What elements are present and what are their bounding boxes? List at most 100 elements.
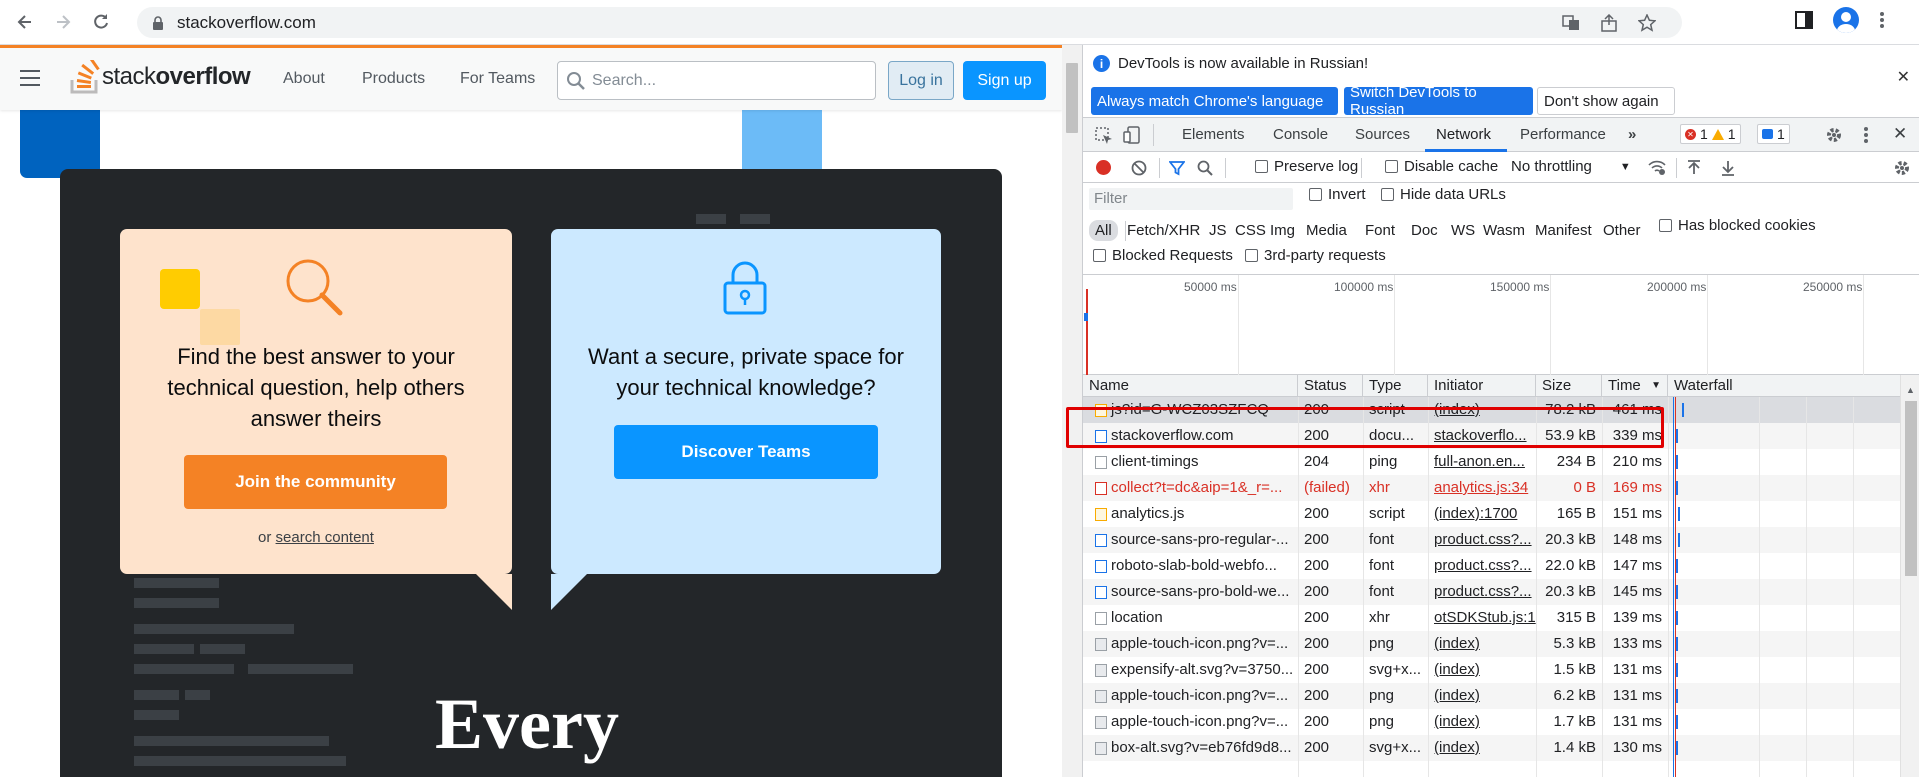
side-panel-icon[interactable] (1795, 11, 1813, 29)
checkbox[interactable] (1381, 188, 1394, 201)
column-header-status[interactable]: Status (1298, 375, 1363, 397)
cell-initiator[interactable]: (index) (1428, 683, 1536, 709)
discover-teams-button[interactable]: Discover Teams (614, 425, 878, 479)
filter-type-ws[interactable]: WS (1451, 222, 1475, 239)
share-icon[interactable] (1600, 13, 1618, 32)
table-row[interactable]: apple-touch-icon.png?v=... 200 png (index) 6… (1083, 683, 1900, 709)
cell-initiator[interactable]: (index):1700 (1428, 501, 1536, 527)
hide-data-urls-checkbox[interactable]: Hide data URLs (1381, 186, 1506, 203)
cell-initiator[interactable]: product.css?... (1428, 527, 1536, 553)
filter-type-fetch-xhr[interactable]: Fetch/XHR (1127, 222, 1200, 239)
filter-type-img[interactable]: Img (1270, 222, 1295, 239)
column-header-time[interactable]: Time ▼ (1602, 375, 1668, 397)
close-infobar-icon[interactable]: ✕ (1897, 67, 1910, 87)
forward-arrow-icon[interactable] (50, 9, 76, 35)
tab-sources[interactable]: Sources (1355, 126, 1410, 143)
address-bar[interactable]: stackoverflow.com (137, 7, 1682, 38)
profile-avatar[interactable] (1833, 7, 1859, 33)
table-row[interactable]: roboto-slab-bold-webfo... 200 font product.… (1083, 553, 1900, 579)
table-row[interactable]: apple-touch-icon.png?v=... 200 png (index) 1… (1083, 709, 1900, 735)
cell-initiator[interactable]: (index) (1428, 657, 1536, 683)
throttling-select[interactable]: No throttling ▼ (1511, 158, 1631, 175)
search-icon[interactable] (1197, 160, 1213, 176)
table-row[interactable]: source-sans-pro-bold-we... 200 font product… (1083, 579, 1900, 605)
bookmark-star-icon[interactable] (1638, 13, 1656, 32)
issues-badge[interactable]: ✕ 1 1 (1680, 124, 1741, 144)
table-row[interactable]: source-sans-pro-regular-... 200 font produc… (1083, 527, 1900, 553)
dont-show-again-button[interactable]: Don't show again (1537, 87, 1675, 115)
disable-cache-checkbox[interactable]: Disable cache (1385, 158, 1498, 175)
export-har-icon[interactable] (1721, 160, 1735, 176)
checkbox[interactable] (1659, 219, 1672, 232)
nav-for-teams[interactable]: For Teams (460, 70, 535, 88)
import-har-icon[interactable] (1687, 160, 1701, 176)
column-header-initiator[interactable]: Initiator (1428, 375, 1536, 397)
preserve-log-checkbox[interactable]: Preserve log (1255, 158, 1358, 175)
filter-type-wasm[interactable]: Wasm (1483, 222, 1525, 239)
column-header-size[interactable]: Size (1536, 375, 1602, 397)
close-devtools-icon[interactable]: ✕ (1893, 124, 1907, 144)
login-button[interactable]: Log in (888, 61, 954, 100)
filter-icon[interactable] (1169, 160, 1185, 176)
translate-icon[interactable] (1562, 14, 1580, 32)
has-blocked-cookies-checkbox[interactable]: Has blocked cookies (1659, 217, 1816, 234)
join-community-button[interactable]: Join the community (184, 455, 447, 509)
filter-type-font[interactable]: Font (1365, 222, 1395, 239)
invert-checkbox[interactable]: Invert (1309, 186, 1366, 203)
more-tabs-icon[interactable]: » (1628, 126, 1636, 143)
table-row[interactable]: expensify-alt.svg?v=3750... 200 svg+x... (i… (1083, 657, 1900, 683)
checkbox[interactable] (1245, 249, 1258, 262)
lock-icon[interactable] (151, 15, 165, 30)
scrollbar-thumb[interactable] (1066, 63, 1078, 133)
table-row[interactable]: client-timings 204 ping full-anon.en... 234 … (1083, 449, 1900, 475)
filter-type-other[interactable]: Other (1603, 222, 1641, 239)
cell-initiator[interactable]: product.css?... (1428, 579, 1536, 605)
switch-russian-button[interactable]: Switch DevTools to Russian (1344, 84, 1533, 118)
network-settings-icon[interactable] (1893, 159, 1911, 177)
inspect-element-icon[interactable] (1095, 127, 1113, 145)
table-row[interactable]: analytics.js 200 script (index):1700 165 B 15… (1083, 501, 1900, 527)
tab-performance[interactable]: Performance (1520, 126, 1606, 143)
settings-gear-icon[interactable] (1825, 126, 1843, 144)
cell-initiator[interactable]: (index) (1428, 631, 1536, 657)
cell-initiator[interactable]: product.css?... (1428, 553, 1536, 579)
messages-badge[interactable]: 1 (1757, 124, 1790, 144)
table-scrollbar[interactable]: ▲ (1900, 375, 1919, 777)
table-row[interactable]: js?id=G-WCZ03SZFCQ 200 script (index) 78.2 k… (1083, 397, 1900, 423)
reload-icon[interactable] (88, 9, 114, 35)
filter-input[interactable]: Filter (1089, 188, 1293, 210)
back-arrow-icon[interactable] (12, 9, 38, 35)
cell-initiator[interactable]: stackoverflo... (1428, 423, 1536, 449)
column-header-name[interactable]: Name (1083, 375, 1298, 397)
filter-type-doc[interactable]: Doc (1411, 222, 1438, 239)
cell-initiator[interactable]: analytics.js:34 (1428, 475, 1536, 501)
nav-about[interactable]: About (283, 70, 325, 88)
column-header-waterfall[interactable]: Waterfall (1668, 375, 1900, 397)
cell-initiator[interactable]: (index) (1428, 397, 1536, 423)
table-row[interactable]: apple-touch-icon.png?v=... 200 png (index) 5… (1083, 631, 1900, 657)
search-content-link[interactable]: search content (276, 529, 374, 546)
hamburger-menu-icon[interactable] (20, 70, 40, 86)
nav-products[interactable]: Products (362, 70, 425, 88)
scroll-up-arrow-icon[interactable]: ▲ (1906, 385, 1915, 395)
tab-elements[interactable]: Elements (1182, 126, 1245, 143)
column-header-type[interactable]: Type (1363, 375, 1428, 397)
third-party-checkbox[interactable]: 3rd-party requests (1245, 247, 1386, 264)
record-icon[interactable] (1096, 160, 1111, 175)
table-row[interactable]: location 200 xhr otSDKStub.js:1 315 B 139 ms (1083, 605, 1900, 631)
checkbox[interactable] (1255, 160, 1268, 173)
blocked-requests-checkbox[interactable]: Blocked Requests (1093, 247, 1233, 264)
clear-icon[interactable] (1131, 160, 1147, 176)
url-text[interactable]: stackoverflow.com (177, 13, 316, 33)
scrollbar-thumb[interactable] (1905, 401, 1917, 576)
device-toggle-icon[interactable] (1123, 126, 1141, 144)
signup-button[interactable]: Sign up (963, 61, 1046, 100)
filter-type-css[interactable]: CSS (1235, 222, 1266, 239)
filter-type-js[interactable]: JS (1209, 222, 1227, 239)
cell-initiator[interactable]: (index) (1428, 735, 1536, 761)
checkbox[interactable] (1093, 249, 1106, 262)
tab-network[interactable]: Network (1436, 126, 1491, 143)
filter-type-media[interactable]: Media (1306, 222, 1347, 239)
checkbox[interactable] (1309, 188, 1322, 201)
so-search-input[interactable]: Search... (557, 61, 876, 100)
